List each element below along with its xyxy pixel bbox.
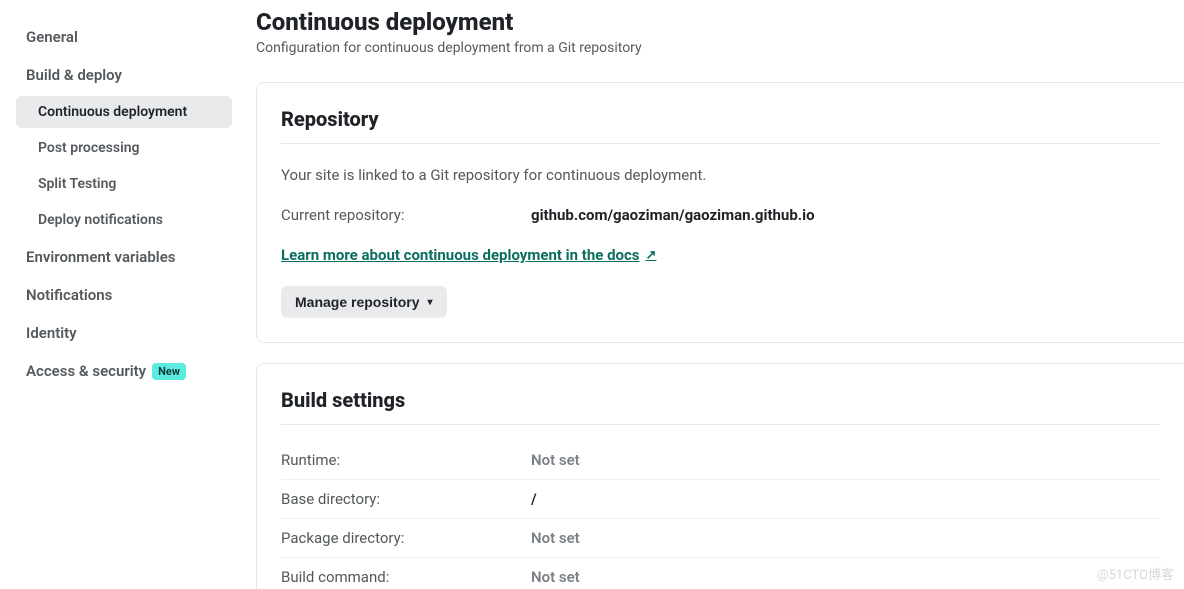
manage-repository-button[interactable]: Manage repository ▾ (281, 286, 447, 318)
sidebar-item-general[interactable]: General (16, 20, 232, 54)
build-settings-heading: Build settings (281, 388, 1160, 425)
sidebar-item-notifications[interactable]: Notifications (16, 278, 232, 312)
settings-label: Runtime: (281, 451, 531, 469)
page-subtitle: Configuration for continuous deployment … (256, 40, 1184, 56)
sidebar-item-identity[interactable]: Identity (16, 316, 232, 350)
sidebar-item-post-processing[interactable]: Post processing (16, 132, 232, 164)
sidebar: General Build & deploy Continuous deploy… (0, 0, 240, 589)
sidebar-item-split-testing[interactable]: Split Testing (16, 168, 232, 200)
watermark: @51CTO博客 (1097, 564, 1174, 583)
current-repository-label: Current repository: (281, 206, 531, 224)
repository-heading: Repository (281, 107, 1160, 144)
table-row: Build command: Not set (281, 558, 1160, 589)
build-settings-table: Runtime: Not set Base directory: / Packa… (281, 447, 1160, 589)
docs-link[interactable]: Learn more about continuous deployment i… (281, 246, 656, 264)
sidebar-item-label: Access & security (26, 362, 146, 380)
settings-value: Not set (531, 568, 580, 586)
table-row: Runtime: Not set (281, 447, 1160, 480)
new-badge: New (152, 363, 186, 380)
chevron-down-icon: ▾ (427, 297, 432, 308)
settings-value: Not set (531, 451, 580, 469)
sidebar-item-build-deploy[interactable]: Build & deploy (16, 58, 232, 92)
current-repository-value: github.com/gaoziman/gaoziman.github.io (531, 206, 815, 224)
page-title: Continuous deployment (256, 8, 1184, 36)
sidebar-item-continuous-deployment[interactable]: Continuous deployment (16, 96, 232, 128)
settings-label: Build command: (281, 568, 531, 586)
build-settings-card: Build settings Runtime: Not set Base dir… (256, 363, 1184, 589)
repository-card: Repository Your site is linked to a Git … (256, 82, 1184, 343)
table-row: Package directory: Not set (281, 519, 1160, 558)
settings-value: Not set (531, 529, 580, 547)
sidebar-item-environment-variables[interactable]: Environment variables (16, 240, 232, 274)
main-content: Continuous deployment Configuration for … (240, 0, 1184, 589)
settings-label: Package directory: (281, 529, 531, 547)
external-link-icon: ↗ (646, 248, 657, 263)
docs-link-text: Learn more about continuous deployment i… (281, 246, 640, 264)
repository-description: Your site is linked to a Git repository … (281, 166, 1160, 184)
current-repository-row: Current repository: github.com/gaoziman/… (281, 206, 1160, 224)
table-row: Base directory: / (281, 480, 1160, 519)
sidebar-item-access-security[interactable]: Access & security New (16, 354, 232, 388)
settings-label: Base directory: (281, 490, 531, 508)
settings-value: / (531, 490, 537, 508)
sidebar-item-deploy-notifications[interactable]: Deploy notifications (16, 204, 232, 236)
manage-repository-label: Manage repository (295, 294, 419, 310)
